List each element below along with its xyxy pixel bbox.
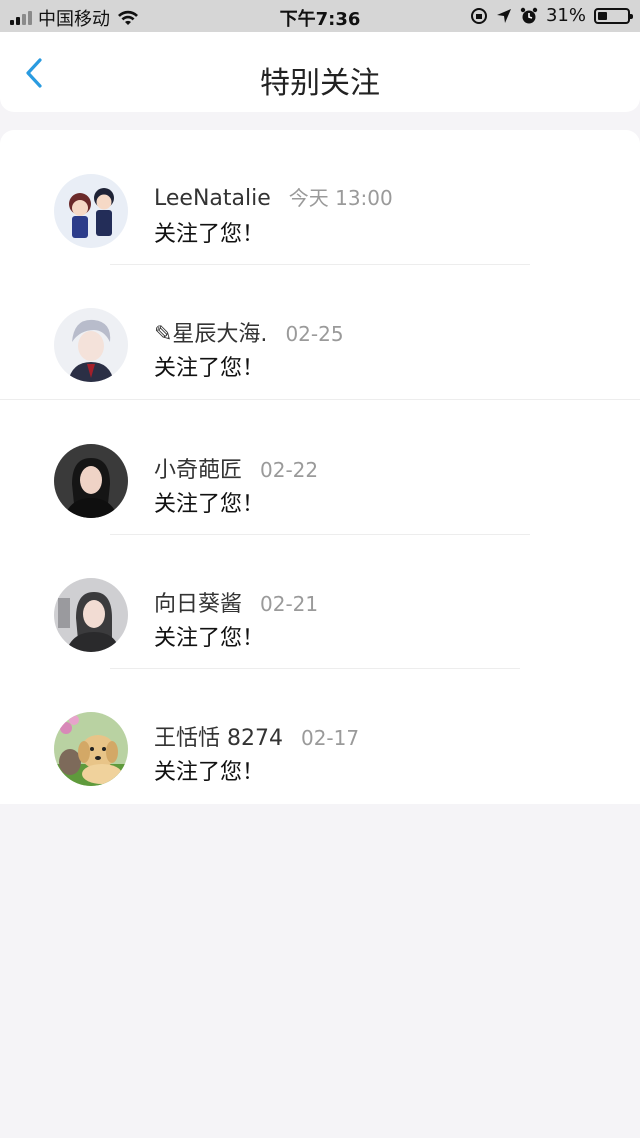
cartoon-kids-avatar bbox=[54, 174, 128, 248]
nav-bar: 特别关注 bbox=[0, 32, 640, 112]
user-name[interactable]: ✎星辰大海. bbox=[154, 316, 267, 348]
battery-level bbox=[598, 11, 607, 20]
follow-message: 关注了您！ bbox=[154, 626, 265, 651]
follow-message: 关注了您！ bbox=[154, 356, 265, 381]
status-bar: 中国移动 下午7:36 31% bbox=[0, 0, 640, 32]
follow-message: 关注了您！ bbox=[154, 760, 265, 785]
list-item[interactable]: 向日葵酱 02-21 关注了您！ bbox=[0, 535, 640, 669]
divider bbox=[110, 668, 520, 669]
list-item[interactable]: 小奇葩匠 02-22 关注了您！ bbox=[0, 400, 640, 535]
follow-time: 02-17 bbox=[300, 726, 360, 750]
battery-icon bbox=[594, 7, 633, 24]
follow-time: 02-25 bbox=[285, 322, 344, 346]
follow-message: 关注了您！ bbox=[154, 492, 265, 517]
follow-time: 02-22 bbox=[260, 458, 319, 482]
woman-dark-avatar bbox=[54, 578, 128, 652]
user-name[interactable]: 王恬恬 8274 bbox=[154, 720, 283, 752]
follow-list: LeeNatalie 今天 13:00 关注了您！ ✎星辰大海. 02-25 关… bbox=[0, 130, 640, 804]
user-name[interactable]: LeeNatalie bbox=[154, 186, 271, 211]
user-name[interactable]: 小奇葩匠 bbox=[154, 452, 242, 484]
location-icon bbox=[496, 8, 511, 23]
anime-boy-avatar bbox=[54, 308, 128, 382]
chevron-left-icon bbox=[26, 58, 42, 88]
name-line: 小奇葩匠 02-22 bbox=[154, 452, 318, 484]
follow-message: 关注了您！ bbox=[154, 222, 265, 247]
list-item[interactable]: 王恬恬 8274 02-17 关注了您！ bbox=[0, 670, 640, 804]
rotation-lock-icon bbox=[470, 7, 487, 24]
list-item[interactable]: LeeNatalie 今天 13:00 关注了您！ bbox=[0, 130, 640, 265]
list-item[interactable]: ✎星辰大海. 02-25 关注了您！ bbox=[0, 265, 640, 400]
follow-time: 今天 13:00 bbox=[288, 186, 393, 210]
battery-percent: 31% bbox=[545, 5, 586, 26]
user-name[interactable]: 向日葵酱 bbox=[154, 586, 242, 618]
woman-portrait-avatar bbox=[54, 444, 128, 518]
name-line: 王恬恬 8274 02-17 bbox=[154, 720, 359, 752]
alarm-icon bbox=[520, 7, 538, 23]
follow-time: 02-21 bbox=[260, 592, 319, 616]
name-line: 向日葵酱 02-21 bbox=[154, 586, 318, 618]
back-button[interactable] bbox=[18, 56, 52, 90]
puppy-avatar bbox=[54, 712, 128, 786]
page-title: 特别关注 bbox=[260, 66, 380, 101]
name-line: ✎星辰大海. 02-25 bbox=[154, 316, 344, 348]
name-line: LeeNatalie 今天 13:00 bbox=[154, 182, 393, 211]
status-right: 31% bbox=[470, 5, 633, 26]
